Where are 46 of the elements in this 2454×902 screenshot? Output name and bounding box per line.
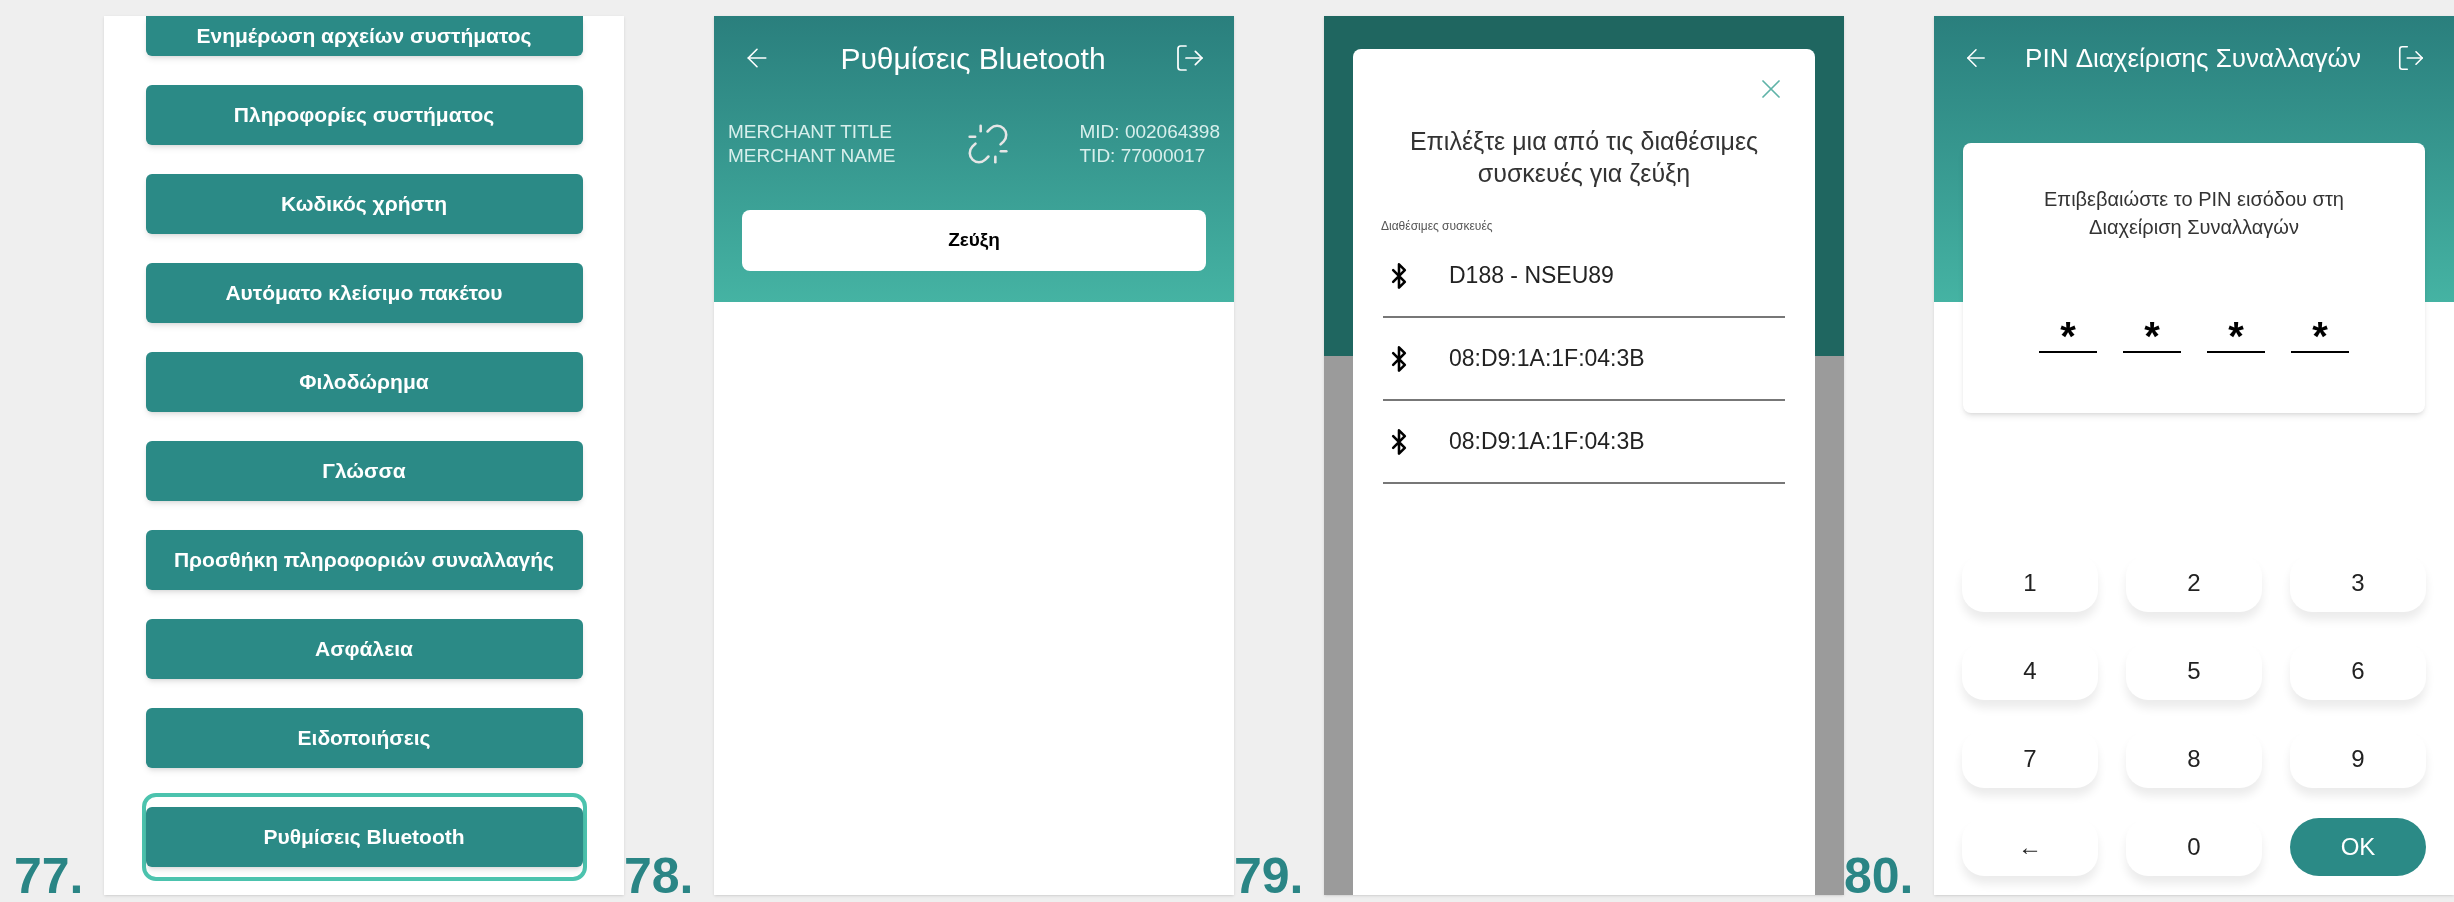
step-number: 78.: [624, 851, 695, 901]
keypad-key[interactable]: ←: [1962, 818, 2098, 876]
menu-button[interactable]: Ασφάλεια: [145, 619, 583, 679]
merchant-title: MERCHANT TITLE: [728, 120, 893, 144]
dialog-title: Επιλέξτε μια από τις διαθέσιμες συσκευές για ζεύξη: [1408, 126, 1760, 189]
keypad-key[interactable]: 0: [2126, 818, 2262, 876]
keypad-key[interactable]: 4: [1962, 642, 2098, 700]
keypad-key[interactable]: 7: [1962, 730, 2098, 788]
keypad-key[interactable]: 1: [1962, 554, 2098, 612]
device-row[interactable]: 08:D9:1A:1F:04:3B: [1383, 318, 1785, 401]
pin-prompt: Επιβεβαιώστε το PIN εισόδου στη Διαχείριση Συναλλαγών: [2043, 187, 2345, 240]
merchant-id: MID: 002064398: [1079, 120, 1220, 144]
menu-button[interactable]: Αυτόματο κλείσιμο πακέτου: [145, 263, 583, 323]
pin-digit: *: [2207, 313, 2265, 353]
screen-title: PIN Διαχείρισης Συναλλαγών: [2025, 41, 2361, 75]
menu-button[interactable]: Ενημέρωση αρχείων συστήματος: [145, 16, 583, 56]
keypad-key[interactable]: 2: [2126, 554, 2262, 612]
menu-button[interactable]: Κωδικός χρήστη: [145, 174, 583, 234]
section-label: Διαθέσιμες συσκευές: [1381, 218, 1494, 235]
exit-icon[interactable]: [2396, 43, 2426, 73]
pin-digit: *: [2123, 313, 2181, 353]
step-number: 79.: [1234, 851, 1305, 901]
step-number: 77.: [14, 851, 85, 901]
screen-title: Ρυθμίσεις Bluetooth: [840, 40, 1106, 77]
menu-button[interactable]: Προσθήκη πληροφοριών συναλλαγής: [145, 530, 583, 590]
keypad-key[interactable]: OK: [2290, 818, 2426, 876]
menu-button[interactable]: Ρυθμίσεις Bluetooth: [145, 807, 583, 867]
broken-link-icon: [965, 122, 1010, 166]
pin-digit: *: [2291, 313, 2349, 353]
menu-button[interactable]: Γλώσσα: [145, 441, 583, 501]
keypad-key[interactable]: 5: [2126, 642, 2262, 700]
device-row[interactable]: D188 - NSEU89: [1383, 235, 1785, 318]
merchant-name: MERCHANT NAME: [728, 144, 896, 168]
menu-button[interactable]: Πληροφορίες συστήματος: [145, 85, 583, 145]
step-number: 80.: [1844, 851, 1915, 901]
keypad-key[interactable]: 6: [2290, 642, 2426, 700]
pair-button[interactable]: Ζεύξη: [742, 210, 1206, 271]
keypad-key[interactable]: 9: [2290, 730, 2426, 788]
terminal-id: TID: 77000017: [1079, 144, 1207, 168]
keypad-key[interactable]: 8: [2126, 730, 2262, 788]
device-row[interactable]: 08:D9:1A:1F:04:3B: [1383, 401, 1785, 484]
menu-button[interactable]: Ειδοποιήσεις: [145, 708, 583, 768]
exit-icon[interactable]: [1174, 42, 1206, 74]
keypad-key[interactable]: 3: [2290, 554, 2426, 612]
menu-button[interactable]: Φιλοδώρημα: [145, 352, 583, 412]
pin-digit: *: [2039, 313, 2097, 353]
